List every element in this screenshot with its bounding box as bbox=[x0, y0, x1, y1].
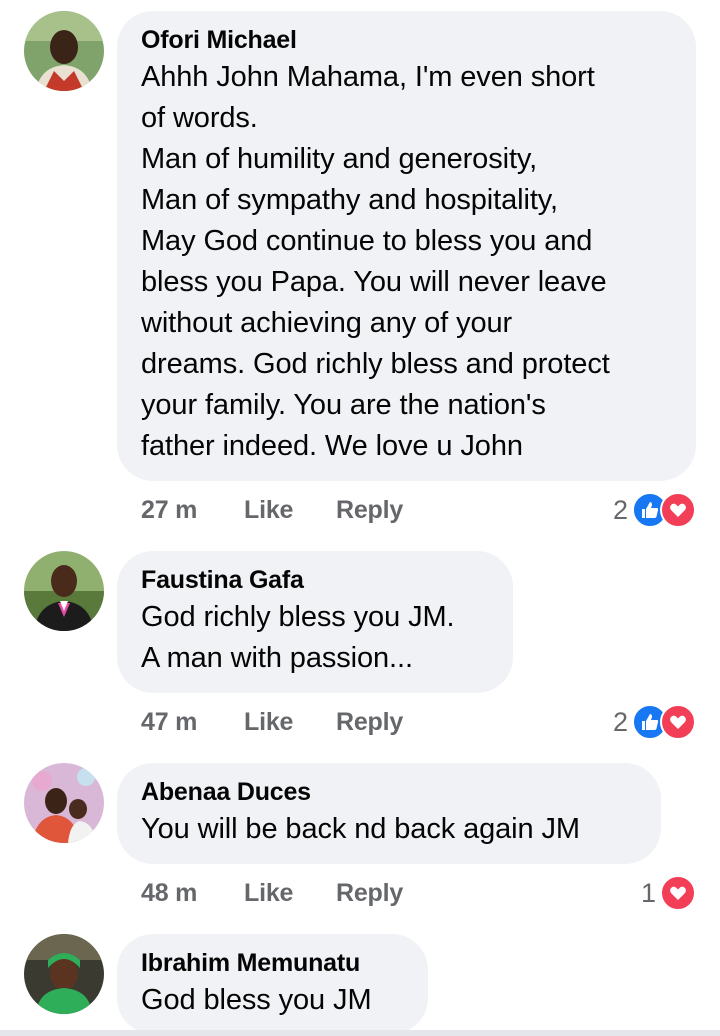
love-reaction-icon bbox=[660, 704, 696, 740]
avatar-photo-icon bbox=[24, 934, 104, 1014]
comment-text: Ahhh John Mahama, I'm even short of word… bbox=[141, 61, 610, 462]
comment-timestamp[interactable]: 47 m bbox=[141, 708, 244, 737]
reaction-summary[interactable]: 2 bbox=[613, 702, 696, 742]
comment-bubble: Ibrahim Memunatu God bless you JM bbox=[117, 934, 428, 1034]
reaction-count: 1 bbox=[640, 877, 656, 908]
reply-button[interactable]: Reply bbox=[336, 879, 403, 908]
comment-timestamp[interactable]: 27 m bbox=[141, 496, 244, 525]
avatar-photo-icon bbox=[24, 763, 104, 843]
avatar[interactable] bbox=[24, 11, 104, 91]
comment-author[interactable]: Ibrahim Memunatu bbox=[141, 948, 402, 978]
like-button[interactable]: Like bbox=[244, 879, 336, 908]
comment-text: You will be back nd back again JM bbox=[141, 813, 580, 845]
reaction-summary[interactable]: 1 bbox=[641, 873, 696, 913]
comment-author[interactable]: Faustina Gafa bbox=[141, 565, 487, 595]
comment-timestamp[interactable]: 48 m bbox=[141, 879, 244, 908]
love-reaction-icon bbox=[660, 492, 696, 528]
bottom-divider bbox=[0, 1030, 720, 1036]
reaction-count: 2 bbox=[612, 494, 628, 525]
comment-author[interactable]: Abenaa Duces bbox=[141, 777, 635, 807]
reaction-summary[interactable]: 2 bbox=[613, 490, 696, 530]
comment-text: God bless you JM bbox=[141, 984, 372, 1016]
avatar-photo-icon bbox=[24, 551, 104, 631]
comment-bubble: Ofori Michael Ahhh John Mahama, I'm even… bbox=[117, 11, 696, 481]
love-reaction-icon bbox=[660, 875, 696, 911]
comment-text: God richly bless you JM. A man with pass… bbox=[141, 601, 455, 674]
comment-bubble: Abenaa Duces You will be back nd back ag… bbox=[117, 763, 661, 864]
comment-bubble: Faustina Gafa God richly bless you JM. A… bbox=[117, 551, 513, 693]
comment-author[interactable]: Ofori Michael bbox=[141, 25, 670, 55]
comment-actions: 48 m Like Reply bbox=[141, 873, 403, 913]
comment-actions: 47 m Like Reply bbox=[141, 702, 403, 742]
like-button[interactable]: Like bbox=[244, 496, 336, 525]
avatar[interactable] bbox=[24, 763, 104, 843]
reply-button[interactable]: Reply bbox=[336, 496, 403, 525]
avatar-photo-icon bbox=[24, 11, 104, 91]
reply-button[interactable]: Reply bbox=[336, 708, 403, 737]
like-button[interactable]: Like bbox=[244, 708, 336, 737]
reaction-count: 2 bbox=[612, 706, 628, 737]
avatar[interactable] bbox=[24, 551, 104, 631]
avatar[interactable] bbox=[24, 934, 104, 1014]
comment-actions: 27 m Like Reply bbox=[141, 490, 403, 530]
